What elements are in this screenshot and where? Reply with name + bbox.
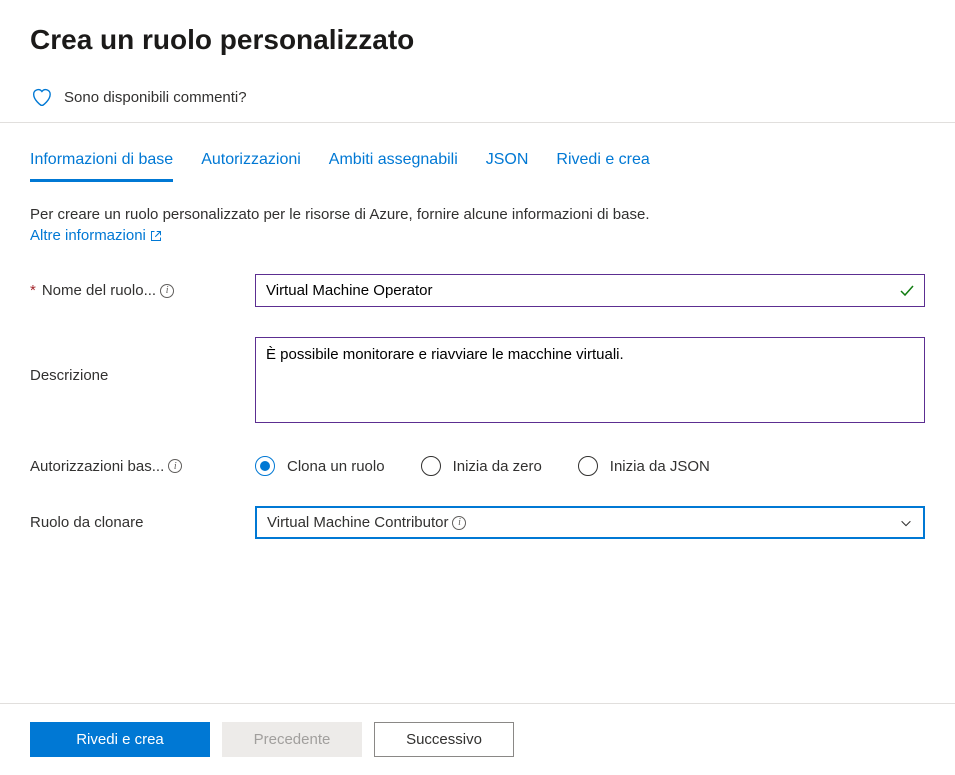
- required-indicator: *: [30, 282, 36, 299]
- tab-scopes[interactable]: Ambiti assegnabili: [329, 151, 458, 182]
- row-role-name: * Nome del ruolo... i: [30, 274, 925, 307]
- select-value: Virtual Machine Contributor: [267, 514, 448, 531]
- radio-label: Inizia da JSON: [610, 458, 710, 475]
- row-baseline: Autorizzazioni bas... i Clona un ruolo I…: [30, 456, 925, 476]
- clone-role-select[interactable]: Virtual Machine Contributor i: [255, 506, 925, 539]
- radio-clone-role[interactable]: Clona un ruolo: [255, 456, 385, 476]
- tab-json[interactable]: JSON: [486, 151, 529, 182]
- review-create-button[interactable]: Rivedi e crea: [30, 722, 210, 757]
- external-link-icon: [150, 230, 162, 242]
- learn-more-link[interactable]: Altre informazioni: [30, 227, 162, 244]
- row-clone-role: Ruolo da clonare Virtual Machine Contrib…: [30, 506, 925, 539]
- radio-start-json[interactable]: Inizia da JSON: [578, 456, 710, 476]
- content-area: Per creare un ruolo personalizzato per l…: [0, 182, 955, 539]
- radio-label: Clona un ruolo: [287, 458, 385, 475]
- check-icon: [899, 283, 915, 299]
- description-input[interactable]: [255, 337, 925, 423]
- previous-button: Precedente: [222, 722, 362, 757]
- footer-actions: Rivedi e crea Precedente Successivo: [0, 703, 955, 775]
- row-description: Descrizione: [30, 337, 925, 426]
- tab-basics[interactable]: Informazioni di base: [30, 151, 173, 182]
- radio-start-blank[interactable]: Inizia da zero: [421, 456, 542, 476]
- radio-button-icon: [421, 456, 441, 476]
- role-name-input[interactable]: [255, 274, 925, 307]
- page-title: Crea un ruolo personalizzato: [0, 0, 955, 72]
- clone-role-label: Ruolo da clonare: [30, 514, 255, 531]
- role-name-label: * Nome del ruolo... i: [30, 282, 255, 299]
- radio-button-icon: [578, 456, 598, 476]
- baseline-label: Autorizzazioni bas... i: [30, 458, 255, 475]
- tab-permissions[interactable]: Autorizzazioni: [201, 151, 301, 182]
- radio-label: Inizia da zero: [453, 458, 542, 475]
- tabs-container: Informazioni di base Autorizzazioni Ambi…: [0, 123, 955, 182]
- chevron-down-icon: [899, 516, 913, 530]
- radio-button-icon: [255, 456, 275, 476]
- feedback-text: Sono disponibili commenti?: [64, 89, 247, 106]
- tab-review[interactable]: Rivedi e crea: [556, 151, 649, 182]
- description-label: Descrizione: [30, 337, 255, 384]
- next-button[interactable]: Successivo: [374, 722, 514, 757]
- info-icon[interactable]: i: [168, 459, 182, 473]
- info-icon[interactable]: i: [160, 284, 174, 298]
- feedback-bar[interactable]: Sono disponibili commenti?: [0, 72, 955, 123]
- baseline-radio-group: Clona un ruolo Inizia da zero Inizia da …: [255, 456, 710, 476]
- info-icon[interactable]: i: [452, 516, 466, 530]
- learn-more-text: Altre informazioni: [30, 227, 146, 244]
- intro-text: Per creare un ruolo personalizzato per l…: [30, 206, 925, 223]
- heart-icon: [30, 86, 52, 108]
